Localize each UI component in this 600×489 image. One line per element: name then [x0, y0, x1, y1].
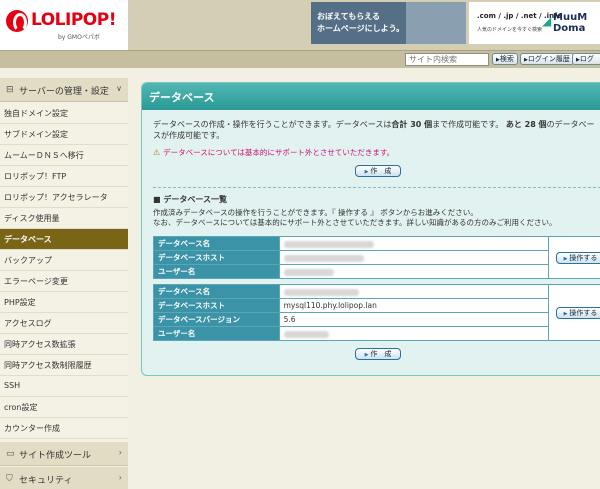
table-row: ユーザー名: [153, 264, 600, 279]
database-table-1: データベース名 ▶ 操作する データベースホスト ユーザー名: [153, 236, 600, 279]
total-limit: 合計 30 個: [391, 120, 433, 129]
sidebar: ⊟ サーバーの管理・設定 ∨ 独自ドメイン設定 サブドメイン設定 ムームーＤＮＳ…: [0, 78, 128, 489]
remaining-count: あと 28 個: [505, 120, 547, 129]
monitor-icon: ▭: [6, 449, 15, 459]
db-user-label: ユーザー名: [153, 326, 280, 341]
database-list-description: 作成済みデータベースの操作を行うことができます。『 操作する 』 ボタンからお進…: [153, 208, 557, 227]
banner-logo-line2: Doma: [553, 23, 586, 34]
db-user-value: [278, 326, 550, 341]
sidebar-item-database[interactable]: データベース: [0, 229, 128, 250]
db-name-value: [278, 284, 550, 299]
sidebar-item-backup[interactable]: バックアップ: [0, 250, 128, 271]
db-host-label: データベースホスト: [153, 298, 280, 313]
search-button[interactable]: ▶検索: [492, 53, 518, 65]
db-user-label: ユーザー名: [153, 264, 280, 279]
db-version-value: 5.6: [278, 312, 550, 327]
support-warning: ⚠ データベースについては基本的にサポート外とさせていただきます。: [153, 148, 395, 157]
table-row: データベースバージョン 5.6: [153, 312, 600, 327]
db-name-value: [278, 236, 550, 251]
database-list-title: ■ データベース一覧: [153, 195, 227, 204]
arrow-icon: ▶: [364, 352, 369, 358]
table-row: データベースホスト: [153, 250, 600, 265]
db-host-value: [278, 250, 550, 265]
table-row: データベースホスト mysql110.phy.lolipop.lan: [153, 298, 600, 313]
banner-line2: ホームページにしよう。: [317, 24, 405, 33]
sidebar-item-access-log[interactable]: アクセスログ: [0, 313, 128, 334]
brand-name: LOLIPOP!: [31, 10, 116, 30]
db-user-value: [278, 264, 550, 279]
banner-line1: おぼえてもらえる: [317, 12, 380, 21]
database-panel: データベース データベースの作成・操作を行うことができます。データベースは合計 …: [141, 82, 600, 376]
sidebar-item-disk-usage[interactable]: ディスク使用量: [0, 208, 128, 229]
brand-sub: by GMOペパボ: [58, 34, 100, 41]
sidebar-item-cron[interactable]: cron設定: [0, 397, 128, 418]
logo[interactable]: LOLIPOP! by GMOペパボ: [0, 0, 128, 50]
ad-banner-homepage[interactable]: おぼえてもらえる ホームページにしよう。: [311, 2, 466, 44]
db-version-label: データベースバージョン: [153, 312, 280, 327]
chevron-down-icon: ∨: [116, 84, 122, 93]
login-history-button[interactable]: ▶ログイン履歴: [520, 53, 574, 65]
table-row: ユーザー名: [153, 326, 600, 341]
page-title: データベース: [149, 91, 215, 104]
sidebar-item-concurrent-history[interactable]: 同時アクセス数制限履歴: [0, 355, 128, 376]
chevron-right-icon: ›: [118, 473, 122, 482]
site-search-input[interactable]: [405, 53, 489, 66]
ad-banner-domain[interactable]: .com / .jp / .net / .info 人気のドメインを今すぐ検索 …: [469, 2, 600, 44]
logout-button[interactable]: ▶ログ: [572, 53, 600, 65]
arrow-icon: ▶: [563, 255, 568, 262]
header: LOLIPOP! by GMOペパボ おぼえてもらえる ホームページにしよう。 …: [0, 0, 600, 50]
db-name-label: データベース名: [153, 236, 280, 251]
create-database-button[interactable]: ▶ 作 成: [355, 165, 401, 177]
arrow-icon: ▶: [364, 169, 369, 175]
db-name-label: データベース名: [153, 284, 280, 299]
sidebar-section-security[interactable]: ⛉ セキュリティ ›: [0, 467, 128, 489]
panel-header: データベース: [142, 83, 600, 110]
sidebar-item-error-page[interactable]: エラーページ変更: [0, 271, 128, 292]
divider: [153, 187, 600, 188]
sidebar-section-site-tools[interactable]: ▭ サイト作成ツール ›: [0, 442, 128, 466]
shield-icon: ⛉: [6, 474, 13, 484]
operate-button[interactable]: ▶ 操作する: [555, 251, 600, 264]
table-row: データベース名 ▶ 操作する: [153, 284, 600, 341]
sidebar-section-server[interactable]: ⊟ サーバーの管理・設定 ∨: [0, 78, 128, 102]
banner-tagline: 人気のドメインを今すぐ検索: [477, 27, 543, 33]
sidebar-item-concurrent-extend[interactable]: 同時アクセス数拡張: [0, 334, 128, 355]
sidebar-item-subdomain[interactable]: サブドメイン設定: [0, 124, 128, 145]
table-row: データベース名 ▶ 操作する: [153, 236, 600, 279]
lolipop-logo-icon: [6, 10, 28, 32]
sidebar-item-ssh[interactable]: SSH: [0, 376, 128, 397]
database-table-2: データベース名 ▶ 操作する データベースホスト mysql110.phy.lol…: [153, 284, 600, 341]
create-database-button-bottom[interactable]: ▶ 作 成: [355, 348, 401, 360]
sidebar-item-accelerator[interactable]: ロリポップ！アクセラレータ: [0, 187, 128, 208]
db-host-label: データベースホスト: [153, 250, 280, 265]
sidebar-item-counter[interactable]: カウンター作成: [0, 418, 128, 439]
lock-icon: ⊟: [6, 85, 14, 95]
database-description: データベースの作成・操作を行うことができます。データベースは合計 30 個まで作…: [153, 120, 595, 140]
banner-logo-line1: MuuM: [553, 12, 588, 23]
sidebar-item-php[interactable]: PHP設定: [0, 292, 128, 313]
sidebar-item-muumuu-dns[interactable]: ムームーＤＮＳへ移行: [0, 145, 128, 166]
sidebar-item-ftp[interactable]: ロリポップ！FTP: [0, 166, 128, 187]
warning-icon: ⚠: [153, 148, 161, 157]
chevron-right-icon: ›: [118, 448, 122, 457]
operate-button[interactable]: ▶ 操作する: [555, 306, 600, 319]
arrow-icon: ▶: [563, 310, 568, 317]
muumuu-mark-icon: ◢: [542, 14, 552, 28]
sidebar-item-domain[interactable]: 独自ドメイン設定: [0, 103, 128, 124]
db-host-value: mysql110.phy.lolipop.lan: [278, 298, 550, 313]
